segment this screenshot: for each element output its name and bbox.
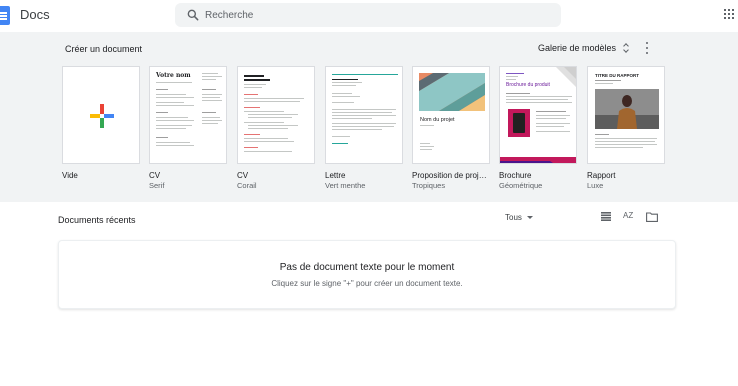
template-subtitle: Tropiques <box>412 181 446 190</box>
template-project-proposal[interactable]: Nom du projet Proposition de proj… Tropi… <box>412 66 490 190</box>
template-gallery-button[interactable]: Galerie de modèles <box>538 39 630 57</box>
thumbnail-name: Votre nom <box>156 72 191 79</box>
more-options-icon[interactable] <box>645 42 649 54</box>
empty-state-subtitle: Cliquez sur le signe "+" pour créer un d… <box>271 279 463 288</box>
template-subtitle: Vert menthe <box>325 181 366 190</box>
plus-icon <box>90 104 114 128</box>
template-blank[interactable]: Vide <box>62 66 140 181</box>
folder-icon[interactable] <box>646 212 658 222</box>
docs-logo-icon[interactable] <box>0 6 10 25</box>
template-report[interactable]: TITRE DU RAPPORT Rapport Luxe <box>587 66 665 190</box>
recent-documents-title: Documents récents <box>58 215 136 225</box>
thumbnail-brochure-title: Brochure du produit <box>506 82 550 88</box>
template-name: Brochure <box>499 171 532 180</box>
app-name[interactable]: Docs <box>20 7 50 22</box>
thumbnail-photo <box>595 89 659 129</box>
search-box[interactable] <box>175 3 561 27</box>
template-brochure[interactable]: Brochure du produit Brochure Géométrique <box>499 66 577 190</box>
section-title: Créer un document <box>65 44 143 54</box>
thumbnail-phone-image <box>508 109 530 137</box>
template-name: Vide <box>62 171 78 180</box>
template-letter[interactable]: Lettre Vert menthe <box>325 66 403 190</box>
template-gallery: Créer un document Galerie de modèles Vid… <box>0 32 738 202</box>
template-name: Rapport <box>587 171 616 180</box>
template-thumbnail[interactable]: Brochure du produit <box>499 66 577 164</box>
template-thumbnail[interactable] <box>325 66 403 164</box>
template-subtitle: Corail <box>237 181 257 190</box>
template-name: CV <box>237 171 249 180</box>
expand-collapse-icon <box>622 43 630 53</box>
template-name: Proposition de proj… <box>412 171 487 180</box>
template-subtitle: Serif <box>149 181 165 190</box>
chevron-down-icon <box>526 216 533 219</box>
template-subtitle: Luxe <box>587 181 604 190</box>
template-thumbnail[interactable] <box>237 66 315 164</box>
top-bar: Docs <box>0 0 738 32</box>
thumbnail-bottom-stripe <box>500 157 576 163</box>
template-name: CV <box>149 171 161 180</box>
template-name: Lettre <box>325 171 346 180</box>
template-thumbnail[interactable]: TITRE DU RAPPORT <box>587 66 665 164</box>
owner-filter-dropdown[interactable]: Tous <box>505 213 533 222</box>
empty-state-title: Pas de document texte pour le moment <box>279 262 455 273</box>
template-cv-serif[interactable]: Votre nom CV Serif <box>149 66 227 190</box>
search-input[interactable] <box>205 3 545 27</box>
template-cv-corail[interactable]: CV Corail <box>237 66 315 190</box>
list-view-icon[interactable] <box>601 212 611 221</box>
apps-grid-icon[interactable] <box>724 9 734 19</box>
template-thumbnail[interactable] <box>62 66 140 164</box>
thumbnail-art <box>419 73 485 111</box>
template-gallery-label: Galerie de modèles <box>538 43 617 53</box>
thumbnail-corner-art <box>556 67 576 87</box>
template-thumbnail[interactable]: Nom du projet <box>412 66 490 164</box>
sort-az-icon[interactable]: AZ <box>623 211 633 220</box>
owner-filter-label: Tous <box>505 213 522 222</box>
search-icon[interactable] <box>186 8 200 22</box>
empty-state-card: Pas de document texte pour le moment Cli… <box>58 240 676 309</box>
thumbnail-report-title: TITRE DU RAPPORT <box>595 73 640 78</box>
thumbnail-project-name: Nom du projet <box>420 117 455 123</box>
template-subtitle: Géométrique <box>499 181 543 190</box>
template-thumbnail[interactable]: Votre nom <box>149 66 227 164</box>
